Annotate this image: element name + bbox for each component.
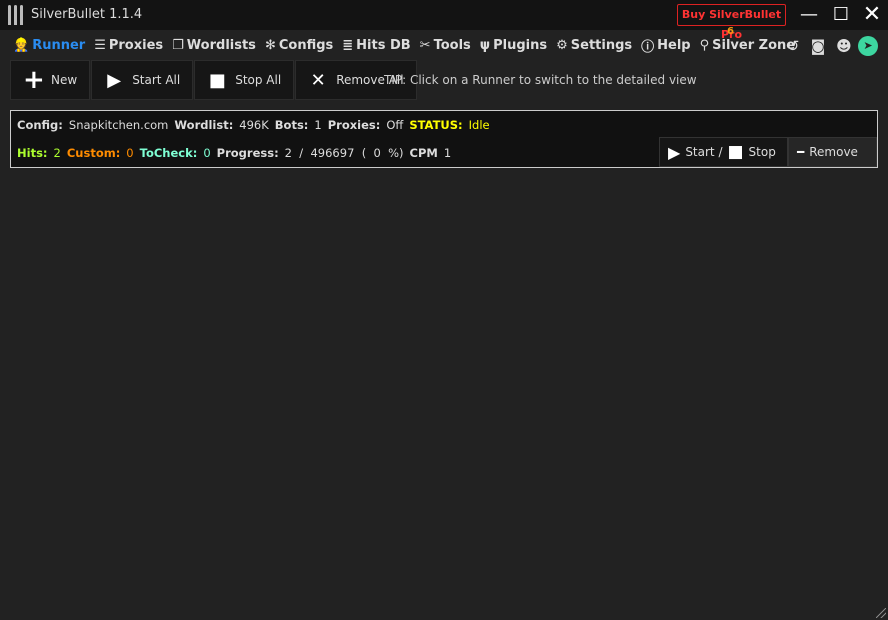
nav-hits-db[interactable]: ≣ Hits DB xyxy=(342,38,410,53)
resize-grip[interactable] xyxy=(876,608,886,618)
wordlist-value: 496K xyxy=(239,118,269,132)
main-nav: 👷 Runner ☰ Proxies ❐ Wordlists ✻ Configs ≣ Hi… xyxy=(13,36,795,55)
database-icon: ≣ xyxy=(342,38,354,53)
runner-card[interactable]: Config: Snapkitchen.com Wordlist: 496K Bot… xyxy=(10,110,878,168)
stop-all-button[interactable]: ■ Stop All xyxy=(194,60,295,100)
cpm-value: 1 xyxy=(443,146,452,160)
maximize-icon[interactable]: ☐ xyxy=(829,3,853,27)
stop-icon: ■ xyxy=(727,142,744,162)
stop-icon: ■ xyxy=(208,69,226,91)
config-label: Config: xyxy=(17,118,63,132)
nav-proxies[interactable]: ☰ Proxies xyxy=(94,38,163,53)
window-title: SilverBullet 1.1.4 xyxy=(31,7,143,22)
remove-button[interactable]: ━ Remove xyxy=(788,137,877,167)
camera-icon[interactable]: ◙ xyxy=(808,36,828,56)
telegram-icon[interactable]: ➤ xyxy=(858,36,878,56)
nav-wordlists[interactable]: ❐ Wordlists xyxy=(172,38,256,53)
wordlist-label: Wordlist: xyxy=(174,118,234,132)
nav-runner[interactable]: 👷 Runner xyxy=(13,38,85,53)
progress-value: 2 / 496697 ( 0 %) xyxy=(284,146,404,160)
gear-icon: ⚙ xyxy=(556,38,568,53)
status-value: Idle xyxy=(468,118,490,132)
cpm-label: CPM xyxy=(409,146,438,160)
hits-label: Hits: xyxy=(17,146,48,160)
nav-tools[interactable]: ✂ Tools xyxy=(420,38,471,53)
plug-icon: ψ xyxy=(479,38,491,53)
discord-icon[interactable]: ☻ xyxy=(834,36,854,56)
tip-text: TIP: Click on a Runner to switch to the … xyxy=(384,73,697,87)
nav-plugins[interactable]: ψ Plugins xyxy=(480,38,547,53)
play-icon: ▶ xyxy=(107,69,122,91)
silver-zone-badge: 6 xyxy=(727,26,734,37)
close-icon[interactable]: ✕ xyxy=(860,3,884,27)
history-icon[interactable]: ↺ xyxy=(783,36,803,56)
hits-value: 2 xyxy=(53,146,61,160)
nav-silver-zone[interactable]: ⚲ Silver Zone xyxy=(700,38,795,53)
help-icon: ⓘ xyxy=(641,40,655,55)
title-bar: SilverBullet 1.1.4 Buy SilverBullet Pro … xyxy=(0,0,888,41)
bots-value: 1 xyxy=(314,118,322,132)
bullets-logo-icon xyxy=(8,5,23,25)
status-label: STATUS: xyxy=(409,118,463,132)
location-icon: ⚲ xyxy=(699,38,710,53)
nav-settings[interactable]: ⚙ Settings xyxy=(556,38,632,53)
tools-icon: ✂ xyxy=(419,38,431,53)
plus-icon: + xyxy=(23,65,45,95)
proxies-label: Proxies: xyxy=(327,118,381,132)
custom-label: Custom: xyxy=(66,146,121,160)
gear-wheel-icon: ✻ xyxy=(264,38,276,53)
tocheck-value: 0 xyxy=(203,146,211,160)
nav-help[interactable]: ⓘ Help xyxy=(641,36,690,55)
files-icon: ❐ xyxy=(172,38,184,53)
minimize-icon[interactable]: — xyxy=(797,3,821,27)
new-button[interactable]: + New xyxy=(10,60,91,100)
custom-value: 0 xyxy=(126,146,134,160)
runner-toolbar: + New ▶ Start All ■ Stop All ✕ Remove All xyxy=(10,60,417,100)
nav-configs[interactable]: ✻ Configs xyxy=(265,38,333,53)
progress-label: Progress: xyxy=(216,146,279,160)
tocheck-label: ToCheck: xyxy=(139,146,198,160)
config-value: Snapkitchen.com xyxy=(68,118,169,132)
start-all-button[interactable]: ▶ Start All xyxy=(91,60,194,100)
proxies-value: Off xyxy=(386,118,404,132)
server-icon: ☰ xyxy=(94,38,106,53)
minus-icon: ━ xyxy=(797,145,805,159)
start-stop-button[interactable]: ▶ Start / ■ Stop xyxy=(659,137,788,167)
buy-pro-button[interactable]: Buy SilverBullet Pro xyxy=(677,4,786,41)
x-icon: ✕ xyxy=(310,69,326,91)
bots-label: Bots: xyxy=(274,118,309,132)
play-icon: ▶ xyxy=(668,142,681,162)
worker-icon: 👷 xyxy=(13,38,30,53)
